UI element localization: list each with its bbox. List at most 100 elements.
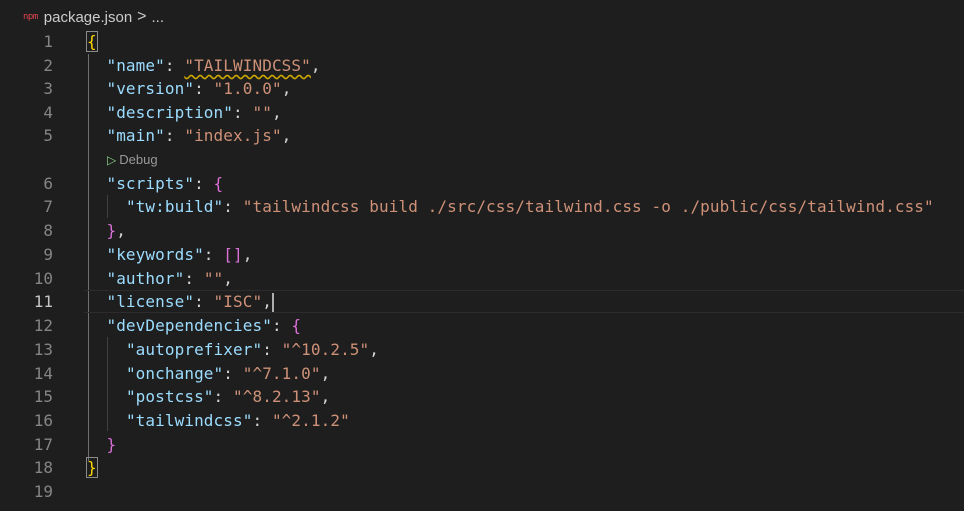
code-token: { — [86, 31, 98, 52]
code-token: { — [213, 174, 224, 193]
code-token: "" — [203, 269, 224, 288]
code-text: "autoprefixer": "^10.2.5", — [87, 338, 379, 361]
code-token: "author" — [106, 269, 185, 288]
play-triangle-icon: ▷ — [107, 153, 117, 167]
code-token: "1.0.0" — [213, 79, 282, 98]
code-line[interactable]: 13 "autoprefixer": "^10.2.5", — [0, 338, 964, 361]
code-line[interactable]: 15 "postcss": "^8.2.13", — [0, 385, 964, 408]
line-number: 5 — [43, 126, 53, 145]
code-line[interactable]: 17 } — [0, 433, 964, 456]
code-token: "devDependencies" — [106, 316, 272, 335]
code-token: [] — [223, 245, 243, 264]
line-number: 4 — [43, 103, 53, 122]
code-token: "version" — [106, 79, 195, 98]
code-token: , — [116, 221, 126, 240]
code-line[interactable]: 19 — [0, 480, 964, 503]
line-number: 15 — [33, 387, 53, 406]
code-token: "keywords" — [106, 245, 204, 264]
line-number: 1 — [43, 32, 53, 51]
code-text: } — [86, 456, 98, 479]
code-text: "scripts": { — [87, 172, 223, 195]
code-line[interactable]: 7 "tw:build": "tailwindcss build ./src/c… — [0, 195, 964, 218]
code-token: "tailwindcss" — [125, 411, 253, 430]
code-token: , — [271, 103, 282, 122]
code-token: "^8.2.13" — [233, 387, 321, 406]
code-token: : — [252, 411, 272, 430]
code-line[interactable]: 2 "name": "TAILWINDCSS", — [0, 54, 964, 77]
code-editor[interactable]: ▷ Debug 1{2 "name": "TAILWINDCSS", 3 "vers… — [0, 0, 964, 511]
line-number: 14 — [33, 364, 53, 383]
code-token: "" — [252, 103, 272, 122]
line-number: 16 — [33, 411, 53, 430]
code-token: "^2.1.2" — [271, 411, 350, 430]
code-line[interactable]: 6 "scripts": { — [0, 172, 964, 195]
code-line[interactable]: 3 "version": "1.0.0", — [0, 77, 964, 100]
code-token: : — [194, 79, 214, 98]
code-line[interactable]: 5 "main": "index.js", — [0, 124, 964, 147]
code-token: } — [106, 435, 117, 454]
code-token: , — [320, 364, 331, 383]
code-line[interactable]: 14 "onchange": "^7.1.0", — [0, 362, 964, 385]
line-number: 18 — [33, 458, 53, 477]
code-line[interactable]: 18} — [0, 456, 964, 479]
code-token: : — [194, 292, 214, 311]
line-number: 8 — [43, 221, 53, 240]
code-line[interactable]: 10 "author": "", — [0, 267, 964, 290]
code-token: "index.js" — [184, 126, 282, 145]
code-token: "onchange" — [125, 364, 224, 383]
code-token: : — [164, 56, 185, 75]
code-text: "devDependencies": { — [87, 314, 301, 337]
code-text: "onchange": "^7.1.0", — [87, 362, 330, 385]
line-number: 3 — [43, 79, 53, 98]
code-token: : — [233, 103, 253, 122]
code-token: , — [223, 269, 234, 288]
code-token: "name" — [106, 56, 165, 75]
code-text: { — [86, 30, 98, 53]
code-text: "tailwindcss": "^2.1.2" — [87, 409, 350, 432]
code-line[interactable]: 1{ — [0, 30, 964, 53]
code-token: , — [281, 126, 292, 145]
line-number: 7 — [43, 197, 53, 216]
code-line[interactable]: 8 }, — [0, 219, 964, 242]
code-text: "version": "1.0.0", — [87, 77, 291, 100]
code-token: : — [164, 126, 185, 145]
code-token: , — [242, 245, 253, 264]
code-token: "postcss" — [125, 387, 214, 406]
code-text: "name": "TAILWINDCSS", — [87, 54, 321, 77]
codelens-debug-label: Debug — [119, 152, 158, 167]
code-token: , — [262, 292, 272, 311]
code-line[interactable]: 4 "description": "", — [0, 101, 964, 124]
code-token: "TAILWINDCSS" — [184, 56, 311, 75]
code-text: "main": "index.js", — [87, 124, 291, 147]
code-token: , — [281, 79, 292, 98]
code-line[interactable]: 12 "devDependencies": { — [0, 314, 964, 337]
code-token: : — [223, 197, 243, 216]
line-number: 13 — [33, 340, 53, 359]
code-token: , — [320, 387, 331, 406]
code-text: }, — [87, 219, 126, 242]
code-line[interactable]: 9 "keywords": [], — [0, 243, 964, 266]
code-token: : — [203, 245, 224, 264]
code-text: } — [87, 433, 116, 456]
code-line[interactable]: 11 "license": "ISC", — [0, 290, 964, 313]
code-text: "author": "", — [87, 267, 233, 290]
code-token: : — [194, 174, 214, 193]
code-token: { — [291, 316, 302, 335]
code-line[interactable]: 16 "tailwindcss": "^2.1.2" — [0, 409, 964, 432]
debug-codelens[interactable]: ▷ Debug — [107, 149, 158, 170]
code-token: : — [213, 387, 234, 406]
code-token: : — [184, 269, 204, 288]
text-cursor — [271, 293, 274, 312]
code-token: "license" — [106, 292, 195, 311]
line-number: 2 — [43, 56, 53, 75]
